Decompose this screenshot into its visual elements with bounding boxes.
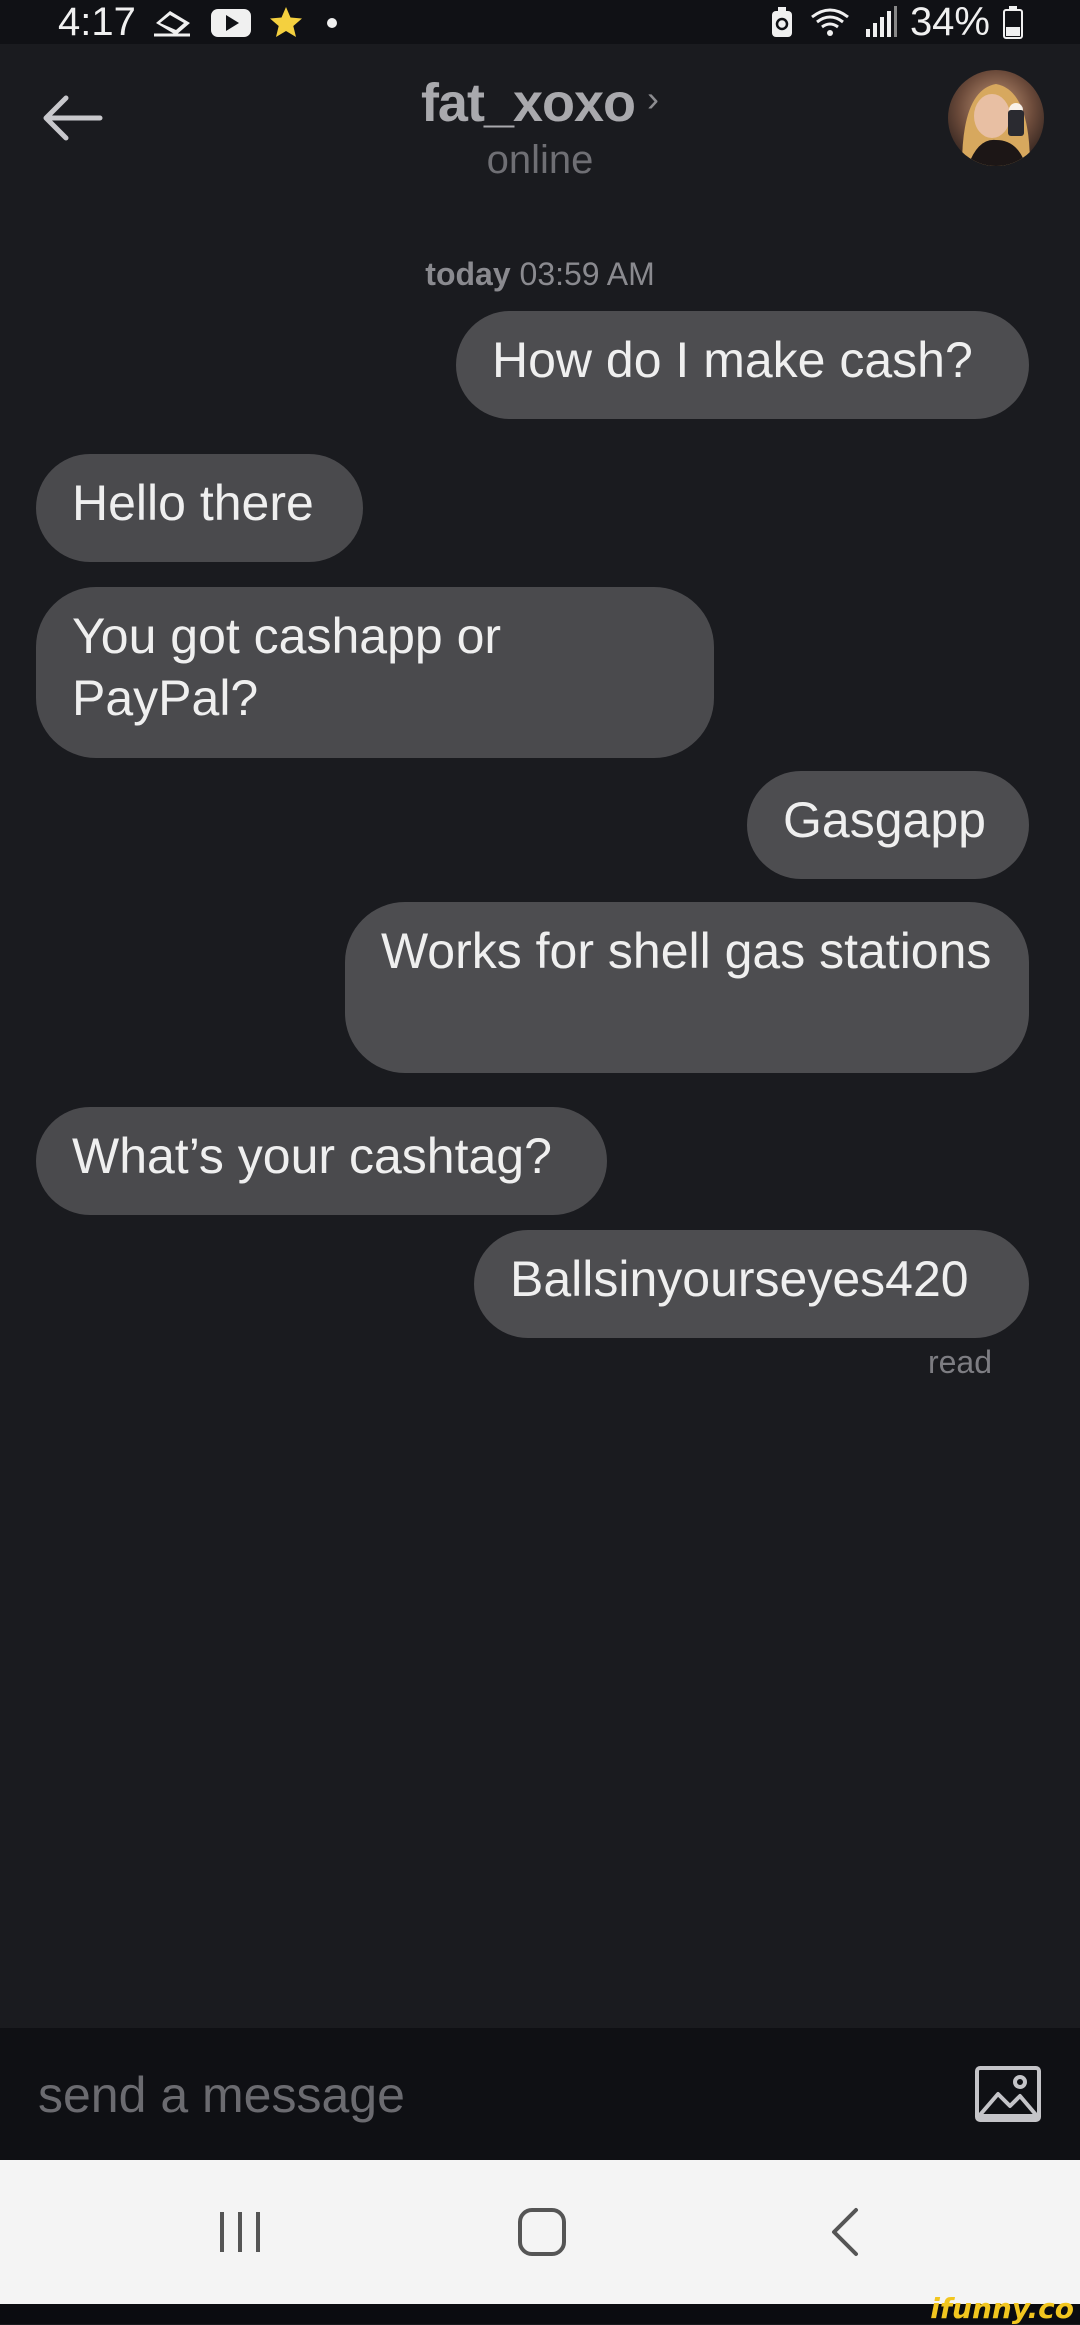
home-icon <box>518 2208 566 2256</box>
youtube-icon <box>210 9 251 37</box>
contact-name-link[interactable]: fat_xoxo › <box>0 72 1080 134</box>
status-time: 4:17 <box>58 0 136 44</box>
recent-apps-button[interactable] <box>180 2196 300 2268</box>
contact-status: online <box>486 138 594 182</box>
timestamp-time: 03:59 AM <box>519 256 655 292</box>
status-right: 34% <box>768 0 1024 44</box>
system-back-button[interactable] <box>786 2196 906 2268</box>
battery-saver-icon <box>771 7 792 37</box>
contact-avatar[interactable] <box>948 70 1044 166</box>
chevron-right-icon: › <box>647 78 660 119</box>
chat-header: fat_xoxo › online <box>0 44 1080 204</box>
read-receipt: read <box>927 1344 992 1380</box>
wifi-icon <box>811 8 849 36</box>
signal-icon <box>865 6 897 37</box>
dot-icon <box>326 18 337 28</box>
message-bubble-sent[interactable]: How do I make cash? <box>456 311 1029 419</box>
message-bubble-sent[interactable]: Works for shell gas stations <box>345 902 1029 1073</box>
message-composer <box>0 2028 1080 2160</box>
battery-icon <box>1003 6 1023 39</box>
contact-name: fat_xoxo <box>420 73 636 133</box>
eraser-notification-icon <box>153 11 190 37</box>
message-bubble-sent[interactable]: Ballsinyourseyes420 <box>474 1230 1029 1338</box>
chevron-left-icon <box>832 2208 858 2256</box>
message-input[interactable] <box>36 2050 940 2140</box>
timestamp-day: today <box>425 256 511 292</box>
battery-percentage: 34% <box>909 0 990 44</box>
ifunny-watermark: ifunny.co <box>930 2292 1074 2325</box>
message-bubble-received[interactable]: You got cashapp or PayPal? <box>36 587 714 758</box>
bottom-strip: ifunny.co <box>0 2292 1080 2325</box>
status-bar: 4:17 34% <box>0 0 1080 44</box>
recent-apps-icon <box>220 2212 260 2252</box>
image-icon <box>975 2066 1041 2122</box>
conversation-timestamp: today 03:59 AM <box>0 256 1080 293</box>
status-left: 4:17 <box>58 0 344 44</box>
message-bubble-received[interactable]: Hello there <box>36 454 363 562</box>
avatar-photo <box>948 70 1044 166</box>
message-bubble-sent[interactable]: Gasgapp <box>747 771 1029 879</box>
system-navigation-bar <box>0 2160 1080 2304</box>
star-icon <box>269 7 302 37</box>
attach-image-button[interactable] <box>972 2058 1044 2130</box>
message-bubble-received[interactable]: What’s your cashtag? <box>36 1107 607 1215</box>
home-button[interactable] <box>482 2196 602 2268</box>
